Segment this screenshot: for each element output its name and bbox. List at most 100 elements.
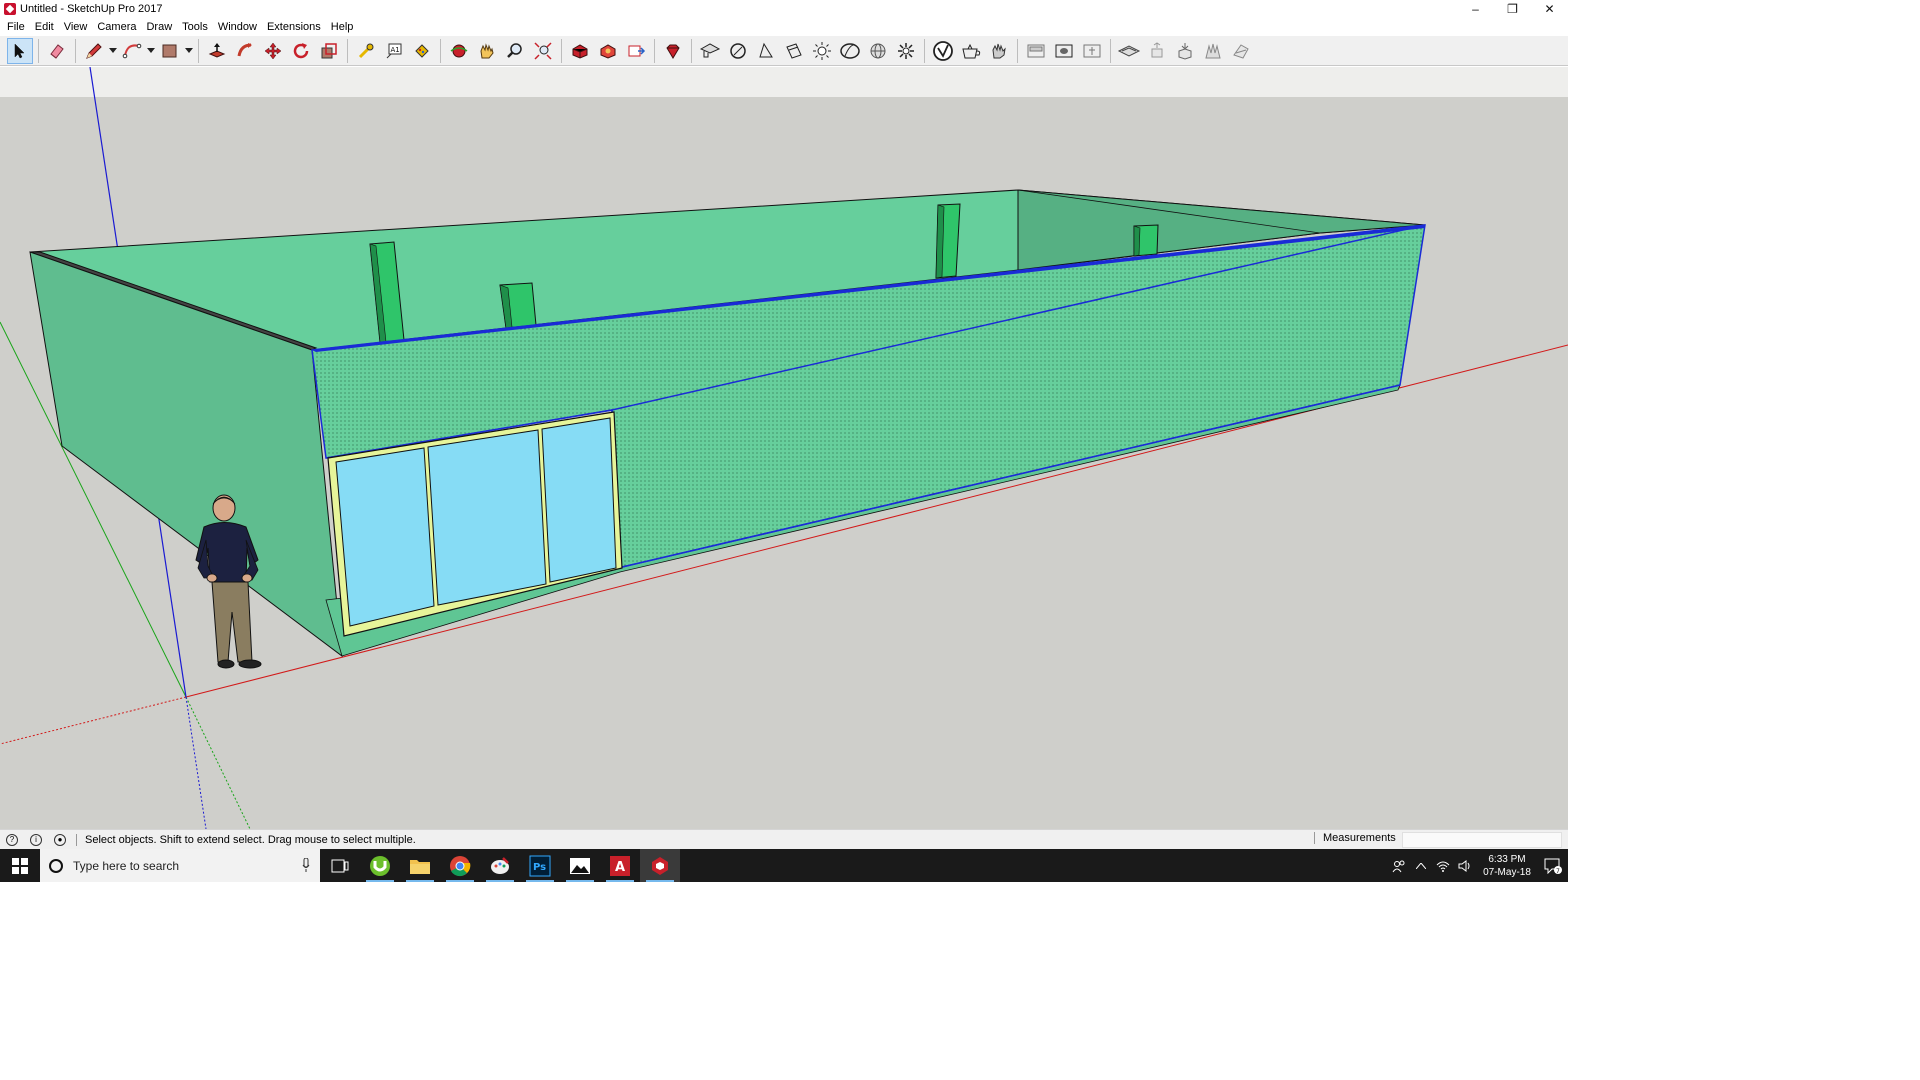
send-to-layout[interactable]	[623, 38, 649, 64]
sandbox-add-detail[interactable]	[1200, 38, 1226, 64]
clock-date: 07-May-18	[1483, 866, 1531, 878]
select-tool[interactable]	[7, 37, 33, 64]
credits-icon[interactable]: i	[30, 833, 42, 846]
taskbar-app-photos[interactable]	[560, 849, 600, 882]
3d-warehouse[interactable]	[567, 38, 593, 64]
system-tray: 6:33 PM 07-May-18 7	[1388, 849, 1568, 882]
menu-draw[interactable]: Draw	[141, 18, 177, 36]
view-iso[interactable]	[697, 38, 723, 64]
taskbar-clock[interactable]: 6:33 PM 07-May-18	[1476, 853, 1538, 879]
follow-me-icon	[237, 42, 252, 56]
sandbox-smoove[interactable]	[1116, 38, 1142, 64]
folder-icon	[410, 859, 430, 874]
taskbar-app-paint[interactable]	[480, 849, 520, 882]
sandbox-from-contours[interactable]	[1079, 38, 1105, 64]
display-section-cuts[interactable]	[1051, 38, 1077, 64]
line-tool-dropdown[interactable]	[108, 38, 118, 64]
rectangle-tool[interactable]	[157, 38, 183, 64]
view-top[interactable]	[725, 38, 751, 64]
minimize-button[interactable]: –	[1457, 0, 1494, 18]
orbit-tool[interactable]	[446, 38, 472, 64]
scene-canvas[interactable]	[0, 67, 1568, 829]
menu-tools[interactable]: Tools	[177, 18, 213, 36]
menu-help[interactable]: Help	[326, 18, 359, 36]
menu-camera[interactable]: Camera	[92, 18, 141, 36]
autocad-icon: A	[610, 855, 630, 876]
line-tool[interactable]	[81, 38, 107, 64]
modeling-viewport[interactable]	[0, 67, 1568, 829]
monochrome-icon	[992, 43, 1006, 58]
rotate-tool[interactable]	[288, 38, 314, 64]
style-xray[interactable]	[893, 38, 919, 64]
move-tool[interactable]	[260, 38, 286, 64]
taskbar-app-photoshop[interactable]: Ps	[520, 849, 560, 882]
add-detail-icon	[1205, 43, 1221, 58]
geo-location-icon[interactable]: ?	[6, 833, 18, 846]
taskbar-app-file-explorer[interactable]	[400, 849, 440, 882]
show-hidden-icons-button[interactable]	[1410, 849, 1432, 882]
figure-hand-right	[241, 573, 253, 583]
style-wireframe[interactable]	[865, 38, 891, 64]
sandbox-drape[interactable]	[1172, 38, 1198, 64]
task-view-button[interactable]	[320, 849, 360, 882]
taskbar-app-chrome[interactable]	[440, 849, 480, 882]
extension-warehouse[interactable]	[595, 38, 621, 64]
menu-file[interactable]: File	[2, 18, 30, 36]
action-center-button[interactable]: 7	[1538, 849, 1568, 882]
taskbar-app-autocad[interactable]: A	[600, 849, 640, 882]
photos-icon	[570, 857, 590, 874]
pan-tool[interactable]	[474, 38, 500, 64]
scale-tool[interactable]	[316, 38, 342, 64]
rectangle-tool-dropdown[interactable]	[184, 38, 194, 64]
style-shaded-textures[interactable]	[958, 38, 984, 64]
menu-extensions[interactable]: Extensions	[262, 18, 326, 36]
arc-tool-dropdown[interactable]	[146, 38, 156, 64]
window-pane-middle	[427, 429, 547, 606]
tape-measure-tool[interactable]	[353, 38, 379, 64]
wifi-icon[interactable]	[1432, 849, 1454, 882]
display-section-planes[interactable]	[1023, 38, 1049, 64]
start-button[interactable]	[0, 849, 40, 882]
running-indicator	[646, 880, 674, 882]
user-account-icon[interactable]: ●	[54, 833, 66, 846]
microphone-icon[interactable]	[302, 858, 310, 872]
window-pane-left	[335, 447, 435, 627]
top-view-icon	[730, 42, 746, 59]
taskbar-app-utorrent[interactable]	[360, 849, 400, 882]
toolbar-separator	[440, 38, 441, 63]
green-axis-negative	[185, 696, 251, 829]
view-front[interactable]	[753, 38, 779, 64]
sandbox-stamp[interactable]	[1144, 38, 1170, 64]
display-section-icon	[1027, 44, 1045, 57]
taskbar-app-sketchup[interactable]	[640, 849, 680, 882]
style-back-edges[interactable]	[1228, 38, 1254, 64]
eraser-tool[interactable]	[44, 38, 70, 64]
taskbar-search[interactable]: Type here to search	[40, 849, 320, 882]
people-icon[interactable]	[1388, 849, 1410, 882]
style-monochrome[interactable]	[986, 38, 1012, 64]
follow-me-tool[interactable]	[232, 38, 258, 64]
paint-bucket-tool[interactable]	[409, 38, 435, 64]
toolbar-separator	[1110, 38, 1111, 63]
text-tool[interactable]: A1	[381, 38, 407, 64]
figure-shoe-left	[217, 659, 235, 669]
section-plane[interactable]	[781, 38, 807, 64]
push-pull-tool[interactable]	[204, 38, 230, 64]
measurements-input[interactable]	[1402, 832, 1562, 848]
volume-icon[interactable]	[1454, 849, 1476, 882]
style-shaded[interactable]	[930, 38, 956, 64]
menu-edit[interactable]: Edit	[30, 18, 59, 36]
close-button[interactable]: ✕	[1531, 0, 1568, 18]
status-bar: ? i ● Select objects. Shift to extend se…	[0, 829, 1568, 849]
ruby-gem-icon	[666, 44, 680, 59]
shadows[interactable]	[809, 38, 835, 64]
restore-button[interactable]: ❐	[1494, 0, 1531, 18]
extension-manager[interactable]	[660, 38, 686, 64]
zoom-tool[interactable]	[502, 38, 528, 64]
style-hidden-line[interactable]	[837, 38, 863, 64]
zoom-extents-tool[interactable]	[530, 38, 556, 64]
menu-view[interactable]: View	[59, 18, 93, 36]
arc-tool[interactable]	[119, 38, 145, 64]
menu-window[interactable]: Window	[213, 18, 262, 36]
chevron-up-icon	[1416, 862, 1426, 869]
